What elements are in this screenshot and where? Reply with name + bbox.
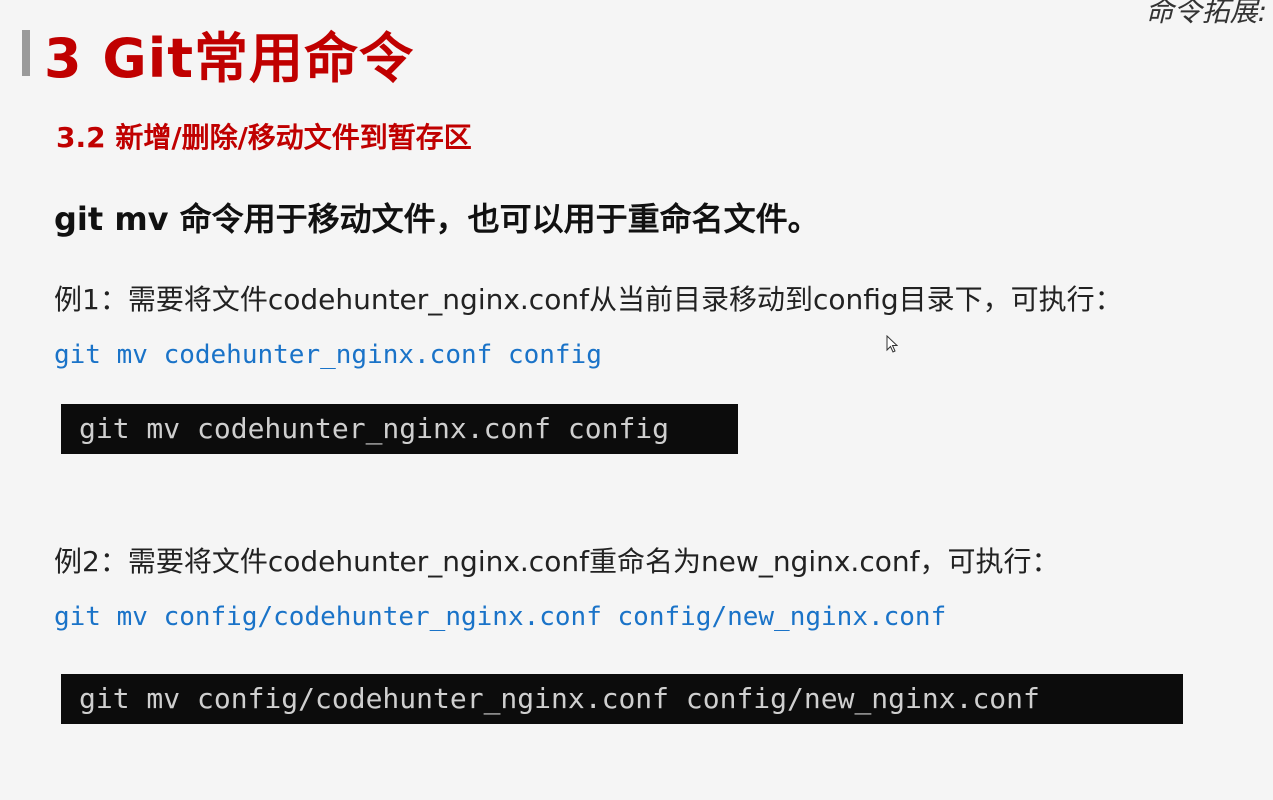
mouse-pointer-icon <box>886 335 898 353</box>
example-1-command: git mv codehunter_nginx.conf config <box>54 340 602 370</box>
example-2-text: 例2：需要将文件codehunter_nginx.conf重命名为new_ngi… <box>54 545 1060 578</box>
lead-sentence: git mv 命令用于移动文件，也可以用于重命名文件。 <box>54 200 820 238</box>
slide: 3 Git常用命令 命令拓展: 3.2 新增/删除/移动文件到暂存区 git m… <box>0 0 1273 800</box>
corner-note: 命令拓展: <box>1145 0 1267 28</box>
title-accent-bar <box>22 30 30 76</box>
example-2-terminal: git mv config/codehunter_nginx.conf conf… <box>61 674 1183 724</box>
example-1-terminal: git mv codehunter_nginx.conf config <box>61 404 738 454</box>
example-2-command: git mv config/codehunter_nginx.conf conf… <box>54 602 947 632</box>
section-subtitle: 3.2 新增/删除/移动文件到暂存区 <box>56 121 472 154</box>
slide-title: 3 Git常用命令 <box>44 27 415 90</box>
example-1-text: 例1：需要将文件codehunter_nginx.conf从当前目录移动到con… <box>54 283 1123 316</box>
